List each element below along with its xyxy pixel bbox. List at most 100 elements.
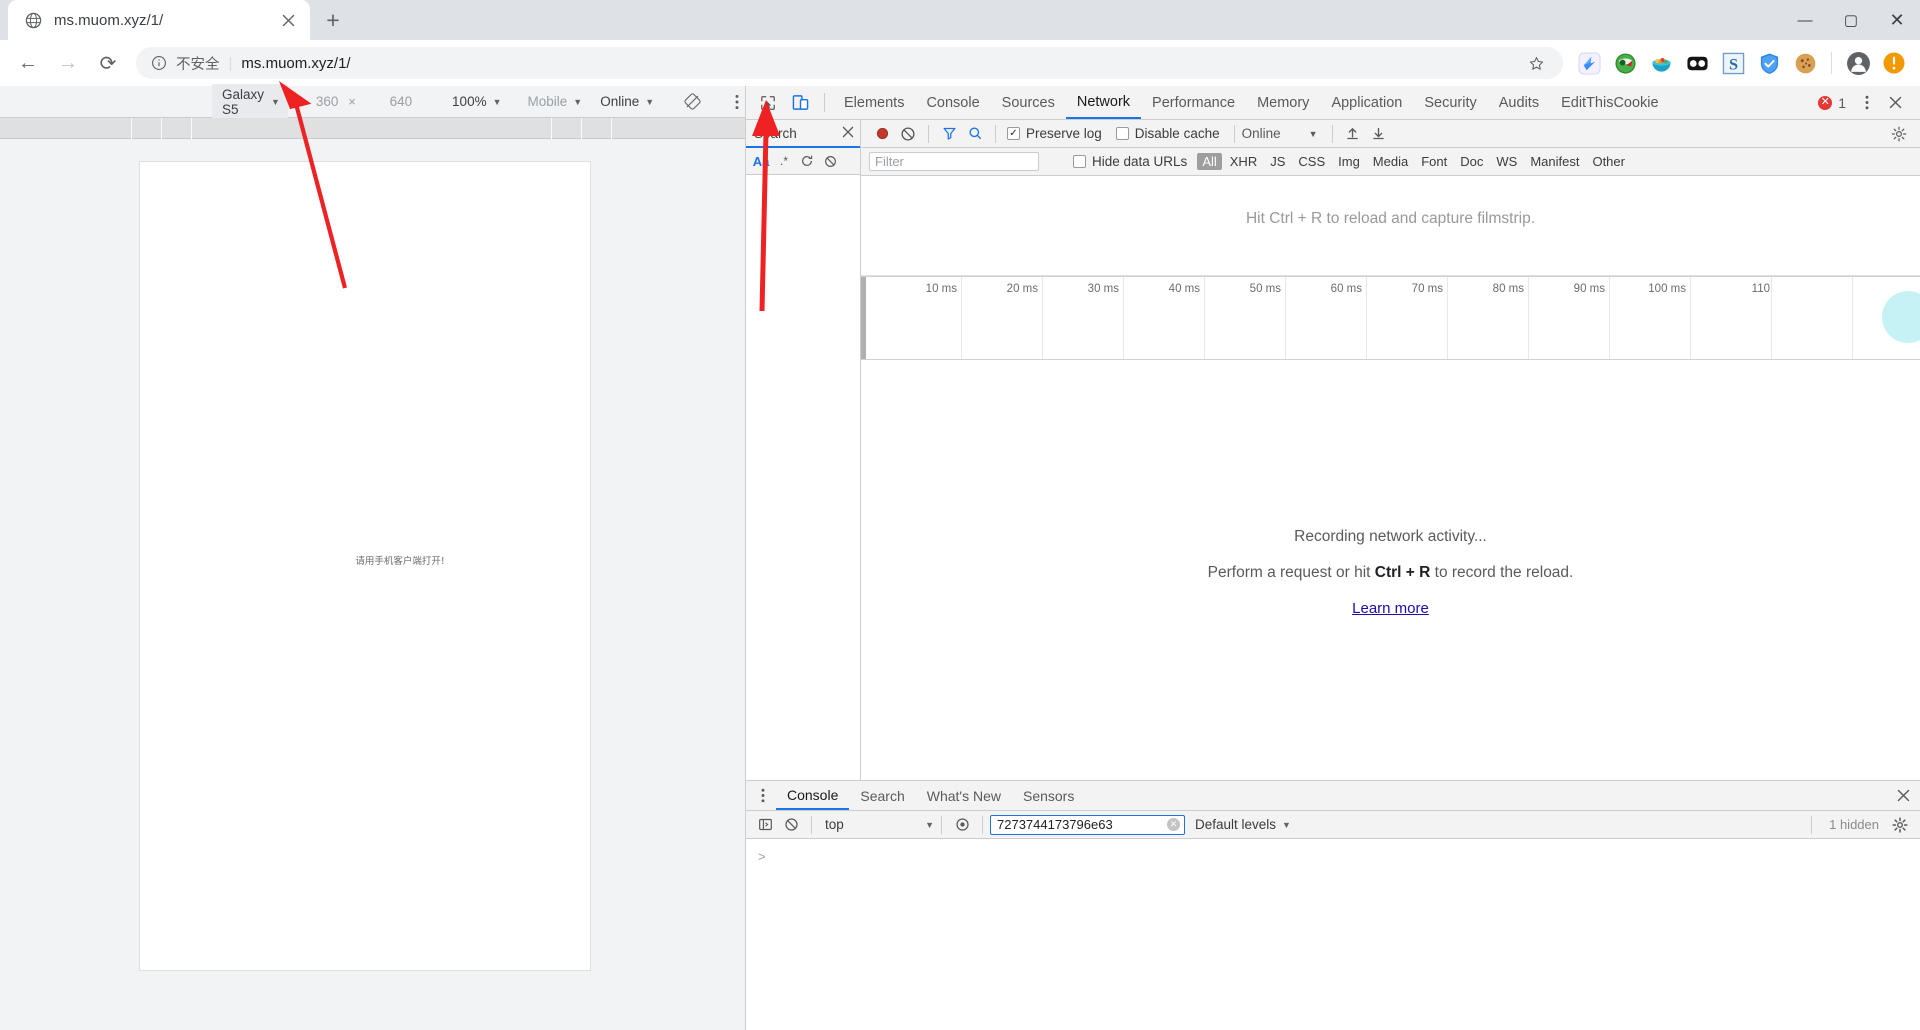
preserve-log-checkbox[interactable]: ✓ Preserve log [1007, 126, 1102, 141]
live-expression-icon[interactable] [949, 813, 975, 837]
shield-extension-icon[interactable] [1755, 49, 1783, 77]
info-circle-icon[interactable] [150, 54, 168, 72]
viewport-width-input[interactable]: 360 [312, 94, 342, 109]
resource-type-css[interactable]: CSS [1293, 154, 1330, 169]
hide-data-urls-checkbox[interactable]: Hide data URLs [1073, 154, 1187, 169]
console-filter-input[interactable]: 7273744173796e63 ✕ [990, 814, 1185, 835]
tab-audits[interactable]: Audits [1488, 86, 1550, 119]
drawer-tab-sensors[interactable]: Sensors [1012, 781, 1085, 810]
filter-funnel-icon[interactable] [936, 122, 962, 146]
tab-sources[interactable]: Sources [991, 86, 1066, 119]
browser-tab[interactable]: ms.muom.xyz/1/ [8, 0, 310, 40]
zoom-select[interactable]: 100% ▼ [452, 94, 501, 109]
clear-icon[interactable] [820, 151, 840, 171]
viewport-ruler[interactable] [0, 118, 745, 139]
close-icon[interactable] [276, 8, 300, 32]
resource-type-img[interactable]: Img [1333, 154, 1365, 169]
error-count: 1 [1838, 94, 1846, 111]
tab-security[interactable]: Security [1413, 86, 1487, 119]
console-context-select[interactable]: top ▼ [819, 817, 934, 832]
account-avatar-icon[interactable] [1844, 49, 1872, 77]
tab-application[interactable]: Application [1320, 86, 1413, 119]
error-circle-icon: ✕ [1818, 95, 1833, 110]
clear-network-icon[interactable] [895, 122, 921, 146]
resource-type-manifest[interactable]: Manifest [1525, 154, 1584, 169]
viewport-height-input[interactable]: 640 [386, 94, 416, 109]
new-tab-button[interactable]: + [316, 3, 350, 37]
network-throttle-select[interactable]: Online ▼ [600, 94, 654, 109]
resource-type-ws[interactable]: WS [1491, 154, 1522, 169]
clear-input-icon[interactable]: ✕ [1167, 818, 1180, 831]
empty-sub-post: to record the reload. [1430, 564, 1574, 581]
chevron-down-icon: ▼ [573, 96, 583, 107]
search-icon[interactable] [962, 122, 988, 146]
forward-button[interactable]: → [50, 45, 86, 81]
console-output[interactable]: > [746, 839, 1920, 1030]
chevron-down-icon[interactable]: ▼ [1309, 129, 1318, 139]
inspect-element-icon[interactable] [754, 90, 782, 116]
tab-memory[interactable]: Memory [1246, 86, 1320, 119]
console-prompt[interactable]: > [758, 849, 766, 864]
drawer-tab-console[interactable]: Console [776, 781, 850, 810]
regex-icon[interactable]: .* [774, 151, 794, 171]
resource-type-js[interactable]: JS [1265, 154, 1290, 169]
goggles-extension-icon[interactable] [1683, 49, 1711, 77]
bowl-extension-icon[interactable] [1647, 49, 1675, 77]
back-button[interactable]: ← [10, 45, 46, 81]
minimize-button[interactable]: — [1782, 0, 1828, 40]
resource-type-xhr[interactable]: XHR [1225, 154, 1262, 169]
learn-more-link[interactable]: Learn more [1352, 600, 1429, 617]
toggle-device-toolbar-icon[interactable] [786, 90, 814, 116]
network-throttle-value[interactable]: Online [1242, 126, 1281, 141]
star-icon[interactable] [1523, 50, 1549, 76]
hide-data-urls-label: Hide data URLs [1092, 154, 1188, 169]
resource-type-all[interactable]: All [1197, 153, 1222, 170]
tab-network[interactable]: Network [1065, 86, 1142, 119]
window-close-button[interactable]: ✕ [1874, 0, 1920, 40]
more-vertical-icon[interactable] [750, 783, 776, 809]
clear-console-icon[interactable] [778, 813, 804, 837]
export-har-icon[interactable] [1366, 122, 1392, 146]
idm-extension-icon[interactable] [1611, 49, 1639, 77]
console-levels-select[interactable]: Default levels ▼ [1195, 817, 1291, 832]
tab-console[interactable]: Console [915, 86, 990, 119]
gear-icon[interactable] [1889, 814, 1911, 836]
tab-performance[interactable]: Performance [1141, 86, 1246, 119]
close-icon[interactable] [842, 125, 854, 141]
kingfisher-extension-icon[interactable] [1575, 49, 1603, 77]
resource-type-media[interactable]: Media [1368, 154, 1413, 169]
gear-icon[interactable] [1886, 122, 1912, 146]
more-vertical-icon[interactable] [729, 91, 745, 113]
refresh-icon[interactable] [797, 151, 817, 171]
import-har-icon[interactable] [1340, 122, 1366, 146]
disable-cache-checkbox[interactable]: Disable cache [1115, 126, 1220, 141]
update-alert-icon[interactable] [1880, 49, 1908, 77]
page-viewport[interactable]: 请用手机客户端打开! [139, 161, 591, 971]
drawer-close-icon[interactable] [1889, 782, 1917, 810]
tab-elements[interactable]: Elements [833, 86, 915, 119]
device-select[interactable]: Galaxy S5 ▼ [212, 83, 288, 120]
empty-sub-key: Ctrl + R [1374, 564, 1431, 581]
s-extension-icon[interactable]: S [1719, 49, 1747, 77]
network-filter-input[interactable]: Filter [869, 152, 1039, 171]
network-toolbar-primary: ✓ Preserve log Disable cache Online ▼ [861, 120, 1920, 148]
network-overview[interactable]: 10 ms 20 ms 30 ms 40 ms 50 ms 60 ms 70 m… [861, 276, 1920, 360]
resource-type-other[interactable]: Other [1587, 154, 1630, 169]
editthiscookie-extension-icon[interactable] [1791, 49, 1819, 77]
match-case-icon[interactable]: Aa [751, 151, 771, 171]
device-throttle-select[interactable]: Mobile ▼ [528, 94, 583, 109]
devtools-close-icon[interactable] [1882, 90, 1908, 116]
more-vertical-icon[interactable] [1854, 90, 1880, 116]
drawer-tab-search[interactable]: Search [849, 781, 915, 810]
error-count-badge[interactable]: ✕ 1 [1818, 95, 1846, 111]
reload-button[interactable]: ⟳ [90, 45, 126, 81]
console-sidebar-icon[interactable] [752, 813, 778, 837]
resource-type-font[interactable]: Font [1416, 154, 1452, 169]
rotate-device-icon[interactable] [684, 91, 701, 113]
maximize-button[interactable]: ▢ [1828, 0, 1874, 40]
resource-type-doc[interactable]: Doc [1455, 154, 1488, 169]
tab-editthiscookie[interactable]: EditThisCookie [1550, 86, 1670, 119]
record-stop-icon[interactable] [869, 122, 895, 146]
address-bar[interactable]: 不安全 | ms.muom.xyz/1/ [136, 47, 1563, 79]
drawer-tab-whats-new[interactable]: What's New [916, 781, 1012, 810]
